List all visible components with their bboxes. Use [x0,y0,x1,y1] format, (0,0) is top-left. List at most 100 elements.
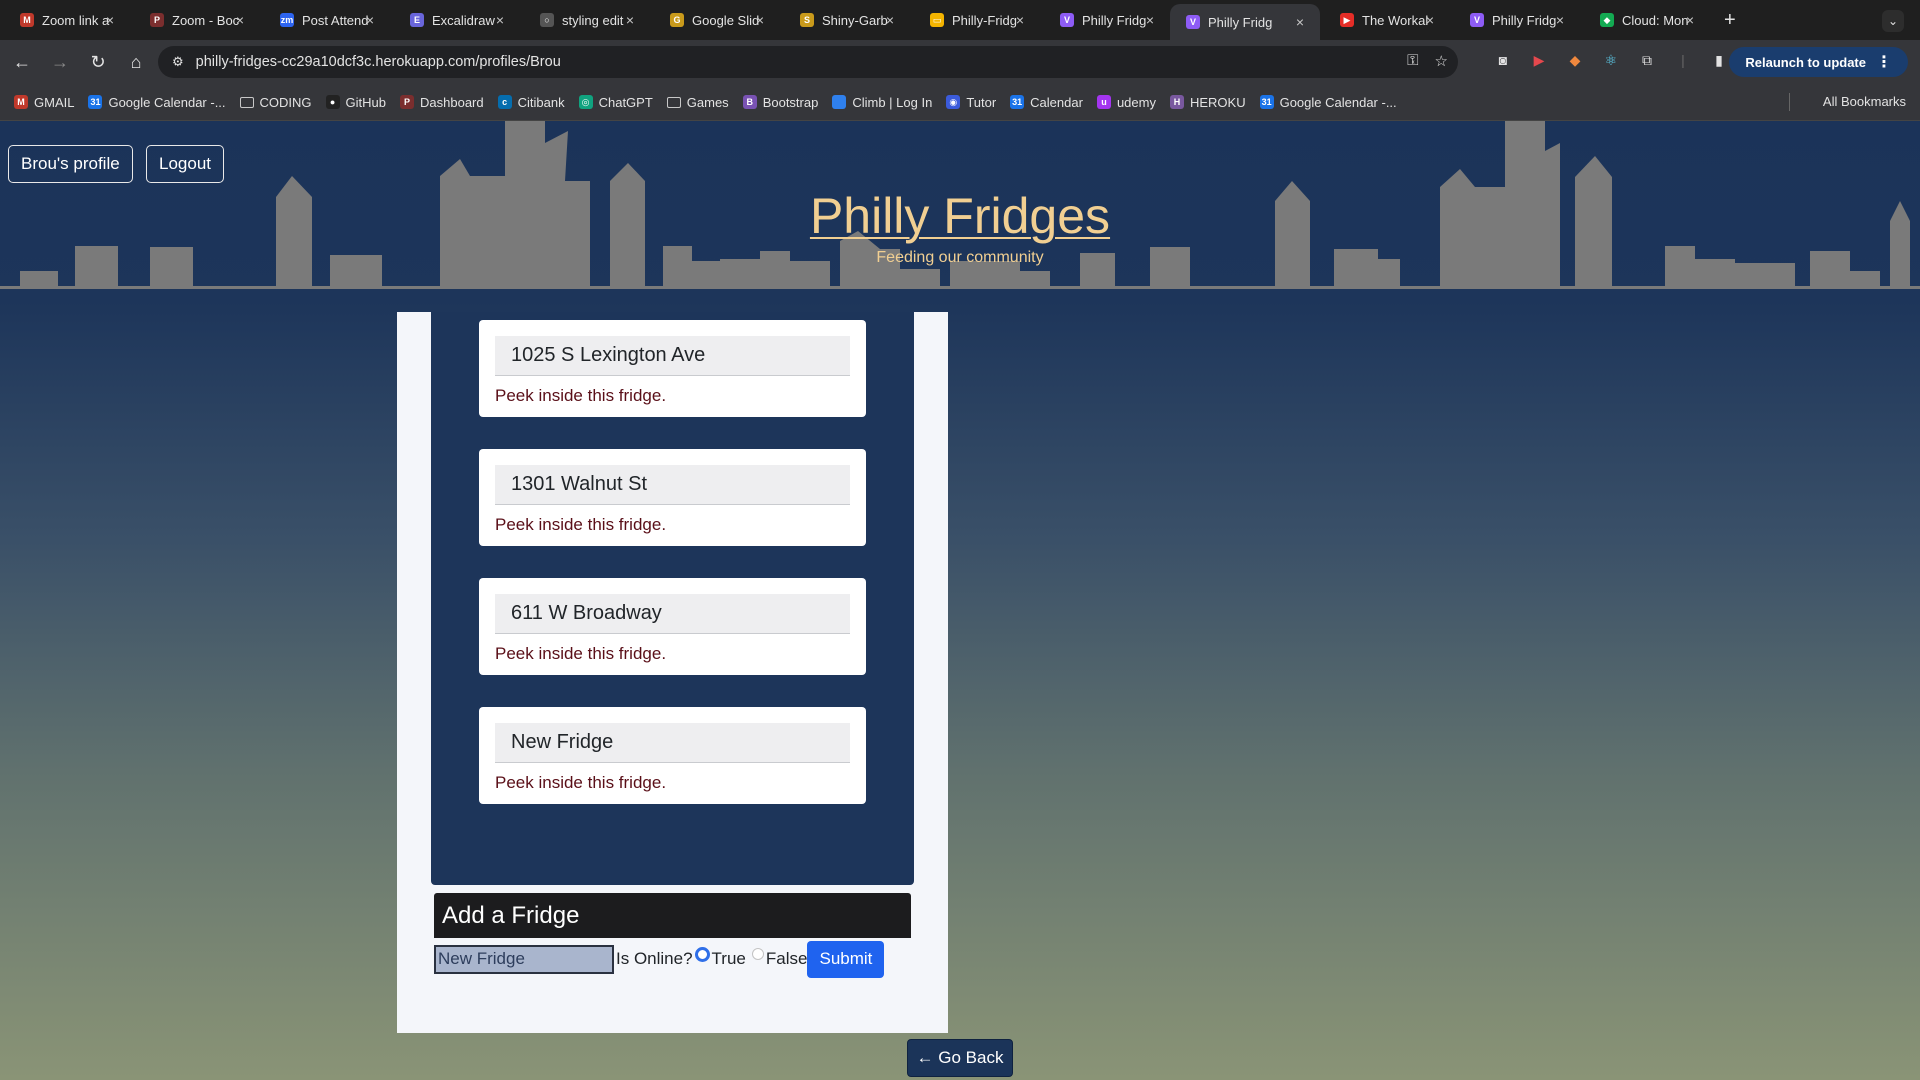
bookmarks-divider [1789,93,1790,111]
tab-close-icon[interactable]: × [756,12,764,28]
bookmark-item[interactable]: ◉ Tutor [946,95,996,110]
tab-close-icon[interactable]: × [106,12,114,28]
record-extension-icon[interactable]: ▶ [1528,52,1550,72]
fridge-card-title: 1301 Walnut St [495,465,850,505]
tab-search-chevron-icon[interactable]: ⌄ [1882,10,1904,32]
relaunch-button[interactable]: Relaunch to update ⋮ [1729,47,1908,77]
relaunch-label: Relaunch to update [1745,54,1866,70]
tab-close-icon[interactable]: × [626,12,634,28]
key-icon[interactable]: ⚿ [1407,52,1418,70]
page-viewport: Brou's profile Logout Philly Fridges Fee… [0,121,1920,1080]
tab-close-icon[interactable]: × [1146,12,1154,28]
new-tab-plus-icon[interactable]: + [1724,9,1736,32]
extensions-puzzle-icon[interactable]: ⧉ [1636,52,1658,72]
tab-favicon-icon: ○ [540,13,554,27]
bookmark-label: Games [686,94,729,110]
react-devtools-icon[interactable]: ⚛ [1600,52,1622,72]
back-arrow-icon[interactable]: ← [6,52,38,73]
bookmark-label: GMAIL [34,94,75,110]
tab-close-icon[interactable]: × [496,12,504,28]
bookmark-item[interactable]: 31 Google Calendar -... [1259,95,1397,110]
bookmark-item[interactable]: Climb | Log In [832,95,932,110]
forward-arrow-icon[interactable]: → [44,52,76,73]
browser-tab[interactable]: G Google Slid × [650,0,780,40]
true-label: True [711,949,746,968]
bookmark-label: Tutor [966,94,997,110]
fridge-list: 1025 S Lexington Ave Peek inside this fr… [431,312,914,885]
browser-tab[interactable]: S Shiny-Garb × [780,0,910,40]
go-back-button[interactable]: ← Go Back [907,1039,1013,1077]
reload-icon[interactable]: ↻ [82,52,114,73]
tab-favicon-icon: ◆ [1600,13,1614,27]
browser-tab[interactable]: ▶ The Workal × [1320,0,1450,40]
logout-button[interactable]: Logout [146,145,224,183]
online-true-radio[interactable] [694,946,710,962]
tab-close-icon[interactable]: × [886,12,894,28]
side-panel-icon[interactable]: ▮ [1708,52,1730,72]
tab-close-icon[interactable]: × [1686,12,1694,28]
bookmark-label: Climb | Log In [852,94,933,110]
is-online-label: Is Online? [616,949,693,968]
bookmark-label: udemy [1116,94,1156,110]
bookmark-favicon-icon: H [1169,95,1184,109]
browser-tab[interactable]: V Philly Fridg × [1170,4,1320,40]
fridge-peek-link[interactable]: Peek inside this fridge. [495,515,666,535]
all-bookmarks-label: All Bookmarks [1822,94,1906,109]
bookmarks-bar: M GMAIL 31 Google Calendar -... CODING ● GitHu… [0,84,1920,121]
fridge-card: 1301 Walnut St Peek inside this fridge. [479,449,866,546]
bookmark-folder[interactable]: Games [666,94,729,110]
browser-tab-bar: M Zoom link a × P Zoom - Boc × zm Post Attend × E… [0,0,1920,40]
bookmark-star-icon[interactable]: ☆ [1435,52,1448,70]
fox-extension-icon[interactable]: ◆ [1564,52,1586,72]
bookmark-item[interactable]: 31 Calendar [1010,95,1083,110]
false-label: False [765,949,808,968]
browser-tab[interactable]: V Philly Fridg × [1450,0,1580,40]
bookmark-item[interactable]: ● GitHub [325,95,386,110]
address-url[interactable]: philly-fridges-cc29a10dcf3c.herokuapp.co… [196,54,561,70]
bookmark-item[interactable]: H HEROKU [1169,95,1246,110]
bookmark-item[interactable]: M GMAIL [14,95,74,110]
profile-button[interactable]: Brou's profile [8,145,133,183]
bookmark-folder[interactable]: CODING [239,94,312,110]
bookmark-label: CODING [259,94,312,110]
tab-close-icon[interactable]: × [1556,12,1564,28]
all-bookmarks-button[interactable]: All Bookmarks [1823,94,1906,109]
bookmark-item[interactable]: P Dashboard [400,95,484,110]
bookmark-favicon-icon: 31 [1010,95,1025,109]
submit-button[interactable]: Submit [807,940,885,978]
site-title-link[interactable]: Philly Fridges [0,187,1920,245]
tab-close-icon[interactable]: × [1296,14,1304,30]
address-bar[interactable]: ⚙ philly-fridges-cc29a10dcf3c.herokuapp.… [158,46,1458,78]
bookmark-favicon-icon: ◉ [946,95,961,109]
fridge-peek-link[interactable]: Peek inside this fridge. [495,773,666,793]
fridge-peek-link[interactable]: Peek inside this fridge. [495,644,666,664]
bookmark-item[interactable]: ◎ ChatGPT [578,95,653,110]
kebab-menu-icon[interactable]: ⋮ [1876,52,1892,72]
fridge-name-input[interactable]: New Fridge [434,944,614,974]
browser-tab[interactable]: E Excalidraw × [390,0,520,40]
browser-tab[interactable]: ▭ Philly-Fridg × [910,0,1040,40]
fridge-peek-link[interactable]: Peek inside this fridge. [495,386,666,406]
browser-tab[interactable]: P Zoom - Boc × [130,0,260,40]
online-false-radio[interactable] [751,948,764,960]
home-icon[interactable]: ⌂ [120,52,152,73]
bookmark-item[interactable]: c Citibank [497,95,565,110]
tab-favicon-icon: P [150,13,164,27]
camera-extension-icon[interactable]: ◙ [1492,52,1514,72]
browser-tab[interactable]: V Philly Fridg × [1040,0,1170,40]
bookmark-item[interactable]: B Bootstrap [742,95,818,110]
tab-close-icon[interactable]: × [366,12,374,28]
browser-tab[interactable]: zm Post Attend × [260,0,390,40]
browser-tab[interactable]: ○ styling edit × [520,0,650,40]
browser-tab[interactable]: M Zoom link a × [0,0,130,40]
browser-tab[interactable]: ◆ Cloud: Mon × [1580,0,1710,40]
bookmark-item[interactable]: 31 Google Calendar -... [88,95,226,110]
bookmark-favicon-icon: M [14,95,28,109]
fridge-card: 1025 S Lexington Ave Peek inside this fr… [479,320,866,417]
site-info-icon[interactable]: ⚙ [172,54,184,70]
bookmark-item[interactable]: u udemy [1096,94,1156,110]
tab-close-icon[interactable]: × [1016,12,1024,28]
bookmark-favicon-icon: B [742,95,757,109]
tab-close-icon[interactable]: × [1426,12,1434,28]
tab-close-icon[interactable]: × [236,12,244,28]
